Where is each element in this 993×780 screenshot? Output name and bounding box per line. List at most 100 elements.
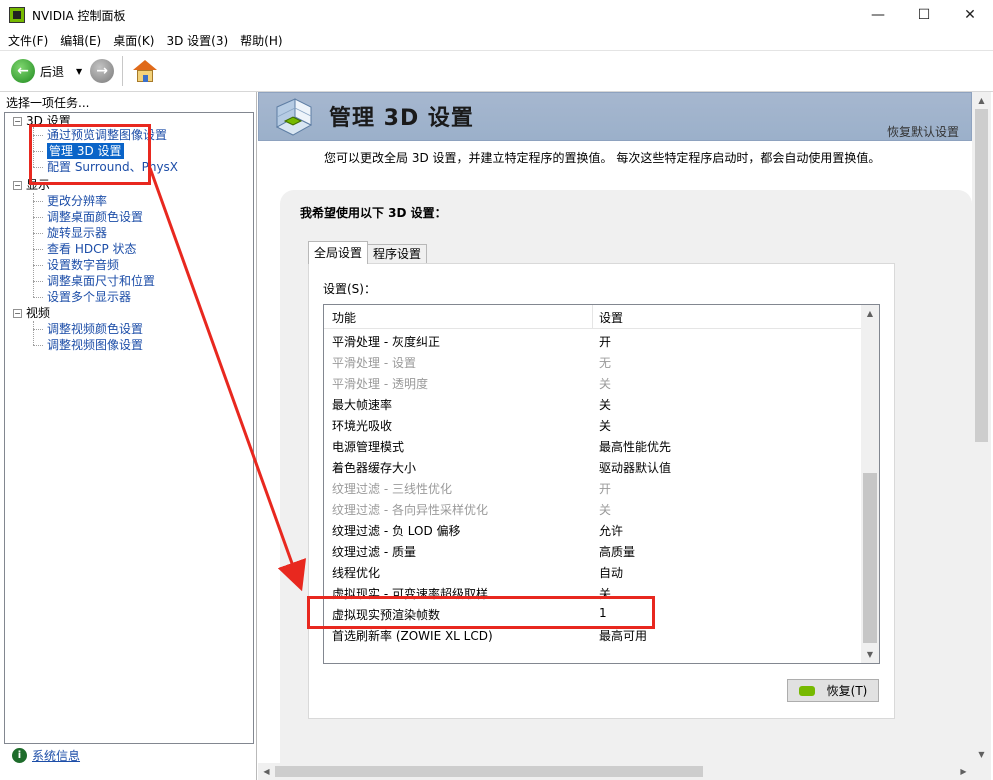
- table-row[interactable]: 平滑处理 - 灰度纠正 开: [324, 330, 861, 351]
- row-setting-value[interactable]: 开: [599, 480, 611, 497]
- row-feature: 电源管理模式: [332, 440, 405, 454]
- row-feature: 平滑处理 - 设置: [332, 356, 416, 370]
- scroll-up-icon[interactable]: ▲: [861, 305, 879, 322]
- table-row[interactable]: 环境光吸收 关: [324, 414, 861, 435]
- global-settings-tab-body: 设置(S)： 功能 设置 平滑处理 - 灰度纠正开平滑处理 - 设置无平滑处理 …: [308, 263, 895, 719]
- forward-arrow-icon[interactable]: →: [90, 59, 115, 83]
- info-icon: i: [12, 748, 27, 763]
- scroll-thumb[interactable]: [863, 473, 877, 643]
- tree-item-rotate-display[interactable]: 旋转显示器: [47, 225, 107, 241]
- task-tree: −3D 设置 通过预览调整图像设置 管理 3D 设置 配置 Surround、P…: [4, 112, 254, 744]
- tree-item-digital-audio[interactable]: 设置数字音频: [47, 257, 119, 273]
- annotation-box-tree-selection: [29, 124, 151, 185]
- table-row[interactable]: 纹理过滤 - 各向异性采样优化 关: [324, 498, 861, 519]
- minimize-button[interactable]: —: [855, 0, 901, 30]
- 3d-settings-icon: [275, 98, 313, 136]
- page-horizontal-scrollbar[interactable]: ◀ ▶: [258, 763, 991, 780]
- row-setting-value[interactable]: 驱动器默认值: [599, 459, 671, 476]
- tree-item-hdcp-status[interactable]: 查看 HDCP 状态: [47, 241, 137, 257]
- window-title: NVIDIA 控制面板: [32, 8, 126, 23]
- row-setting-value[interactable]: 允许: [599, 522, 623, 539]
- content-pane: 管理 3D 设置 恢复默认设置 您可以更改全局 3D 设置，并建立特定程序的置换…: [258, 92, 993, 780]
- row-setting-value[interactable]: 最高可用: [599, 627, 647, 644]
- row-feature: 纹理过滤 - 三线性优化: [332, 482, 452, 496]
- settings-tabs: 全局设置 程序设置: [308, 240, 428, 264]
- column-header-setting[interactable]: 设置: [599, 309, 623, 326]
- page-vertical-scrollbar[interactable]: ▲ ▼: [972, 92, 991, 763]
- table-row[interactable]: 电源管理模式 最高性能优先: [324, 435, 861, 456]
- table-row[interactable]: 着色器缓存大小 驱动器默认值: [324, 456, 861, 477]
- row-setting-value[interactable]: 高质量: [599, 543, 635, 560]
- table-row[interactable]: 线程优化 自动: [324, 561, 861, 582]
- row-setting-value[interactable]: 关: [599, 375, 611, 392]
- menu-file[interactable]: 文件(F): [4, 32, 52, 49]
- task-pane-label: 选择一项任务...: [6, 96, 90, 110]
- tree-category-video[interactable]: − 视频: [13, 305, 50, 321]
- tree-item-change-resolution[interactable]: 更改分辨率: [47, 193, 107, 209]
- restore-button[interactable]: 恢复(T): [787, 679, 879, 702]
- toolbar: ← 后退 ▼ →: [0, 50, 993, 92]
- row-feature: 线程优化: [332, 566, 381, 580]
- table-row[interactable]: 纹理过滤 - 负 LOD 偏移 允许: [324, 519, 861, 540]
- menu-edit[interactable]: 编辑(E): [56, 32, 105, 49]
- table-row[interactable]: 最大帧速率 关: [324, 393, 861, 414]
- row-setting-value[interactable]: 关: [599, 417, 611, 434]
- row-feature: 环境光吸收: [332, 419, 393, 433]
- scroll-down-icon[interactable]: ▼: [861, 646, 879, 663]
- row-feature: 纹理过滤 - 负 LOD 偏移: [332, 524, 461, 538]
- restore-button-label: 恢复(T): [826, 684, 868, 698]
- menu-bar: 文件(F) 编辑(E) 桌面(K) 3D 设置(3) 帮助(H): [0, 30, 993, 50]
- title-bar: NVIDIA 控制面板 — ☐ ✕: [0, 0, 993, 30]
- tree-item-desktop-color[interactable]: 调整桌面颜色设置: [47, 209, 143, 225]
- table-row[interactable]: 平滑处理 - 设置 无: [324, 351, 861, 372]
- settings-label: 设置(S)：: [323, 282, 376, 296]
- scroll-left-icon[interactable]: ◀: [258, 763, 275, 780]
- tree-item-video-image[interactable]: 调整视频图像设置: [47, 337, 143, 353]
- restore-defaults-link[interactable]: 恢复默认设置: [887, 123, 959, 140]
- collapse-icon[interactable]: −: [13, 117, 22, 126]
- column-header-feature[interactable]: 功能: [332, 309, 356, 326]
- row-feature: 平滑处理 - 灰度纠正: [332, 335, 440, 349]
- row-feature: 平滑处理 - 透明度: [332, 377, 428, 391]
- scroll-up-icon[interactable]: ▲: [972, 92, 991, 109]
- menu-3d-settings[interactable]: 3D 设置(3): [162, 32, 232, 49]
- collapse-icon[interactable]: −: [13, 309, 22, 318]
- list-header: 功能 设置: [324, 305, 861, 329]
- row-setting-value[interactable]: 无: [599, 354, 611, 371]
- row-setting-value[interactable]: 关: [599, 501, 611, 518]
- menu-desktop[interactable]: 桌面(K): [109, 32, 158, 49]
- table-row[interactable]: 纹理过滤 - 质量 高质量: [324, 540, 861, 561]
- task-pane: 选择一项任务... −3D 设置 通过预览调整图像设置 管理 3D 设置 配置 …: [0, 92, 257, 780]
- back-arrow-icon[interactable]: ←: [11, 59, 35, 83]
- toolbar-separator: [122, 56, 124, 86]
- table-row[interactable]: 平滑处理 - 透明度 关: [324, 372, 861, 393]
- row-setting-value[interactable]: 自动: [599, 564, 623, 581]
- scroll-down-icon[interactable]: ▼: [972, 746, 991, 763]
- home-icon[interactable]: [133, 59, 158, 83]
- system-info-link[interactable]: 系统信息: [32, 747, 80, 764]
- history-dropdown-icon[interactable]: ▼: [76, 67, 82, 76]
- close-button[interactable]: ✕: [947, 0, 993, 30]
- table-row[interactable]: 纹理过滤 - 三线性优化 开: [324, 477, 861, 498]
- back-button-label[interactable]: 后退: [40, 63, 64, 80]
- row-setting-value[interactable]: 开: [599, 333, 611, 350]
- tree-item-video-color[interactable]: 调整视频颜色设置: [47, 321, 143, 337]
- row-feature: 着色器缓存大小: [332, 461, 417, 475]
- settings-panel: 我希望使用以下 3D 设置： 全局设置 程序设置 设置(S)： 功能 设置 平滑…: [280, 190, 972, 780]
- tree-item-multiple-displays[interactable]: 设置多个显示器: [47, 289, 131, 305]
- tab-global-settings[interactable]: 全局设置: [308, 241, 369, 264]
- menu-help[interactable]: 帮助(H): [236, 32, 286, 49]
- row-setting-value[interactable]: 最高性能优先: [599, 438, 671, 455]
- row-setting-value[interactable]: 关: [599, 396, 611, 413]
- list-vertical-scrollbar[interactable]: ▲ ▼: [861, 305, 879, 663]
- tree-item-desktop-size[interactable]: 调整桌面尺寸和位置: [47, 273, 155, 289]
- collapse-icon[interactable]: −: [13, 181, 22, 190]
- scroll-thumb[interactable]: [275, 766, 703, 777]
- row-feature: 最大帧速率: [332, 398, 393, 412]
- scroll-right-icon[interactable]: ▶: [955, 763, 972, 780]
- window-controls: — ☐ ✕: [855, 0, 993, 30]
- tab-program-settings[interactable]: 程序设置: [367, 244, 428, 264]
- system-info-link-area[interactable]: i 系统信息: [12, 747, 80, 764]
- maximize-button[interactable]: ☐: [901, 0, 947, 30]
- scroll-thumb[interactable]: [975, 109, 988, 442]
